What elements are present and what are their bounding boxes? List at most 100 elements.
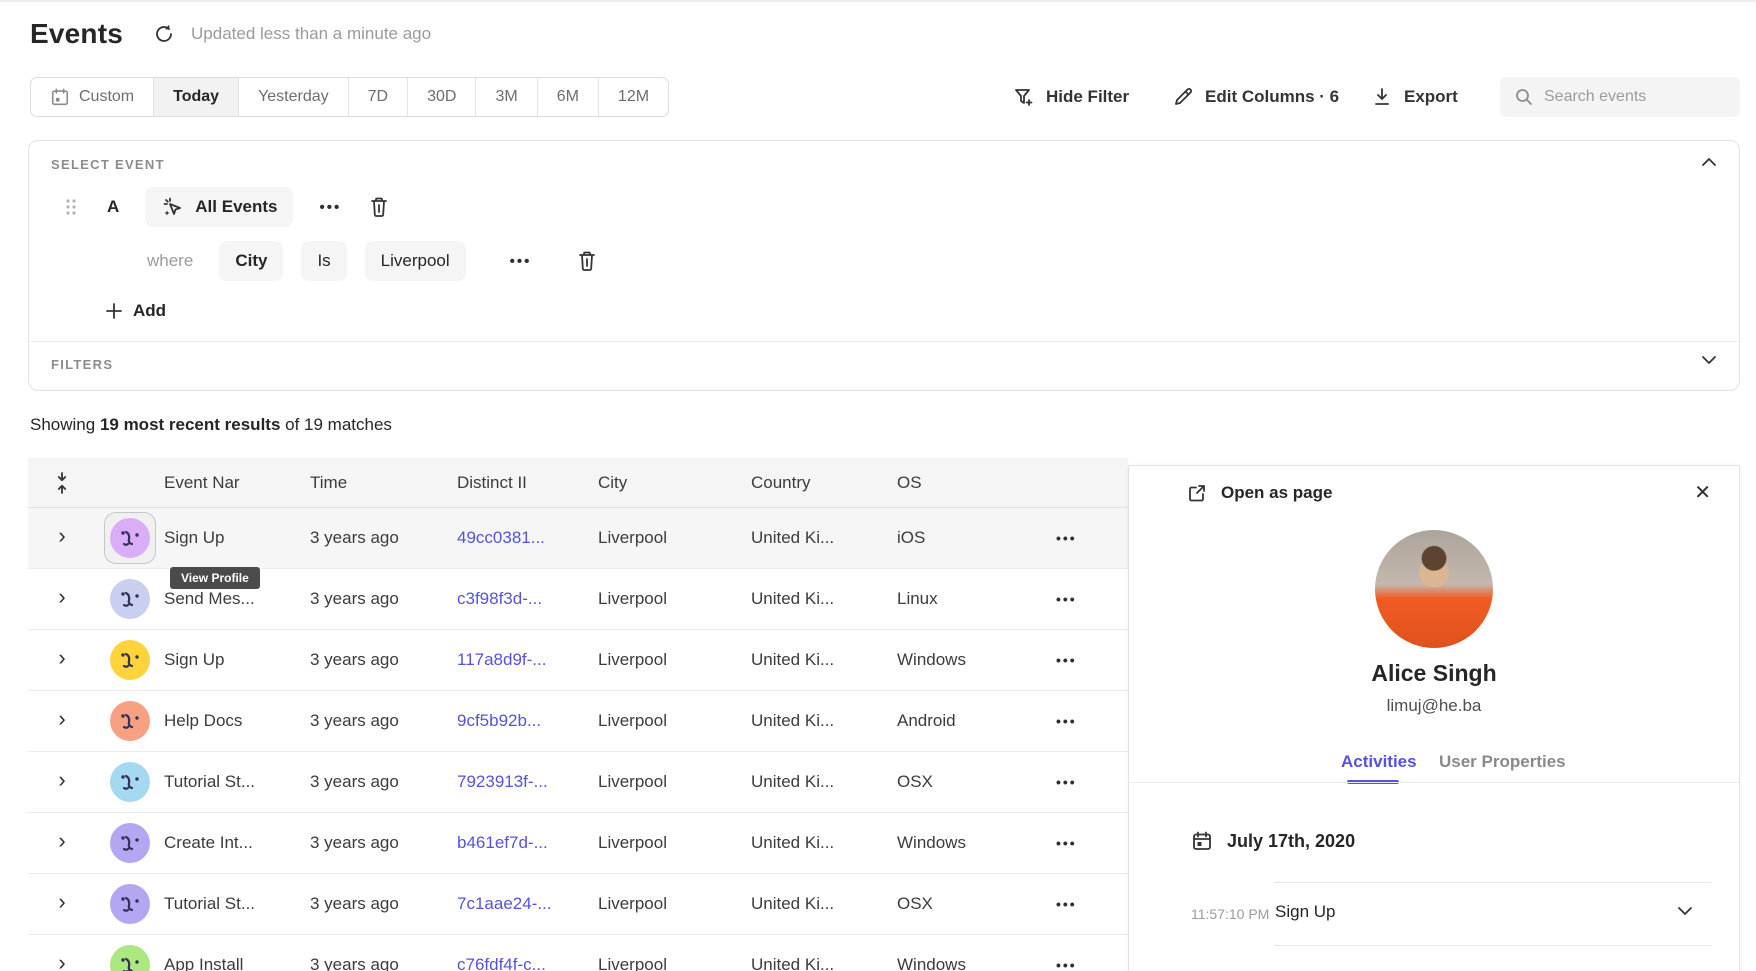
row-expander-button[interactable]: › <box>58 525 65 547</box>
user-avatar[interactable] <box>110 884 150 924</box>
property-chip[interactable]: City <box>219 241 283 281</box>
row-country: United Ki... <box>751 772 897 792</box>
search-events-input[interactable] <box>1544 88 1724 106</box>
row-distinct-id-link[interactable]: c76fdf4f-c... <box>457 955 598 971</box>
event-clause-menu-button[interactable]: ••• <box>319 199 341 216</box>
col-country[interactable]: Country <box>751 473 897 493</box>
row-expander-button[interactable]: › <box>58 586 65 608</box>
trash-icon <box>577 250 597 272</box>
row-event-name: Help Docs <box>164 711 310 731</box>
date-tab-today[interactable]: Today <box>154 78 239 116</box>
user-avatar[interactable] <box>110 518 150 558</box>
chevron-down-icon[interactable] <box>1677 906 1693 916</box>
row-event-name: App Install <box>164 955 310 971</box>
profile-name: Alice Singh <box>1129 660 1739 687</box>
row-distinct-id-link[interactable]: 7c1aae24-... <box>457 894 598 914</box>
delete-event-clause-button[interactable] <box>369 196 389 218</box>
user-avatar[interactable] <box>110 823 150 863</box>
property-chip-label: City <box>235 251 267 271</box>
row-distinct-id-link[interactable]: 117a8d9f-... <box>457 650 598 670</box>
row-menu-button[interactable]: ••• <box>1056 835 1077 851</box>
row-country: United Ki... <box>751 955 897 971</box>
row-distinct-id-link[interactable]: c3f98f3d-... <box>457 589 598 609</box>
row-menu-button[interactable]: ••• <box>1056 591 1077 607</box>
date-range-tabs: CustomTodayYesterday7D30D3M6M12M <box>30 77 669 117</box>
close-panel-button[interactable]: ✕ <box>1694 480 1711 505</box>
row-menu-button[interactable]: ••• <box>1056 957 1077 971</box>
user-avatar[interactable] <box>110 762 150 802</box>
panel-tab-user-properties[interactable]: User Properties <box>1439 752 1566 772</box>
avatar-face-icon <box>110 640 150 680</box>
date-tab-3m[interactable]: 3M <box>476 78 537 116</box>
operator-chip[interactable]: Is <box>301 241 346 281</box>
activity-date: July 17th, 2020 <box>1227 831 1355 852</box>
row-menu-button[interactable]: ••• <box>1056 774 1077 790</box>
date-tab-custom[interactable]: Custom <box>31 78 154 116</box>
open-as-page-button[interactable]: Open as page <box>1187 483 1332 503</box>
col-os[interactable]: OS <box>897 473 1044 493</box>
value-chip[interactable]: Liverpool <box>365 241 466 281</box>
where-clause-menu-button[interactable]: ••• <box>510 253 532 270</box>
edit-columns-button[interactable]: Edit Columns · 6 <box>1172 77 1339 117</box>
col-city[interactable]: City <box>598 473 751 493</box>
row-menu-button[interactable]: ••• <box>1056 896 1077 912</box>
row-distinct-id-link[interactable]: 7923913f-... <box>457 772 598 792</box>
panel-header: Open as page ✕ <box>1129 466 1739 522</box>
panel-tab-activities[interactable]: Activities <box>1341 752 1417 772</box>
row-distinct-id-link[interactable]: b461ef7d-... <box>457 833 598 853</box>
search-events-box[interactable] <box>1500 77 1740 117</box>
date-tab-6m[interactable]: 6M <box>538 78 599 116</box>
row-menu-button[interactable]: ••• <box>1056 652 1077 668</box>
date-tab-yesterday[interactable]: Yesterday <box>239 78 349 116</box>
events-table: Event Nar Time Distinct II City Country … <box>28 458 1128 971</box>
row-expander-button[interactable]: › <box>58 708 65 730</box>
expand-filters-button[interactable] <box>1701 355 1717 365</box>
row-time: 3 years ago <box>310 955 457 971</box>
add-event-button[interactable]: Add <box>105 301 166 321</box>
date-tab-30d[interactable]: 30D <box>408 78 476 116</box>
magic-cursor-icon <box>161 195 185 219</box>
user-avatar[interactable] <box>110 701 150 741</box>
user-avatar[interactable] <box>110 640 150 680</box>
filters-label: FILTERS <box>51 357 113 372</box>
event-selector-chip[interactable]: All Events <box>145 187 293 227</box>
profile-photo <box>1375 530 1493 648</box>
trash-icon <box>369 196 389 218</box>
user-avatar[interactable] <box>110 579 150 619</box>
row-expander-button[interactable]: › <box>58 891 65 913</box>
date-tab-12m[interactable]: 12M <box>599 78 668 116</box>
user-avatar[interactable] <box>110 945 150 971</box>
row-distinct-id-link[interactable]: 49cc0381... <box>457 528 598 548</box>
table-row: › Tutorial St... 3 years ago 7c1aae24-..… <box>28 874 1128 935</box>
page-title: Events <box>30 18 123 50</box>
refresh-button[interactable] <box>153 23 175 45</box>
collapse-section-button[interactable] <box>1701 157 1717 167</box>
collapse-all-button[interactable] <box>28 471 96 495</box>
row-expander-button[interactable]: › <box>58 952 65 971</box>
col-time[interactable]: Time <box>310 473 457 493</box>
delete-where-clause-button[interactable] <box>577 250 597 272</box>
chevron-up-icon <box>1701 157 1717 167</box>
row-expander-button[interactable]: › <box>58 830 65 852</box>
activity-item[interactable]: 11:57:10 PM Sign Up <box>1129 892 1739 936</box>
row-menu-button[interactable]: ••• <box>1056 713 1077 729</box>
panel-tabs-divider <box>1129 782 1739 783</box>
summary-count: 19 most recent results <box>100 415 280 434</box>
export-button[interactable]: Export <box>1371 77 1458 117</box>
row-expander-button[interactable]: › <box>58 647 65 669</box>
col-distinct-id[interactable]: Distinct II <box>457 473 598 493</box>
row-distinct-id-link[interactable]: 9cf5b92b... <box>457 711 598 731</box>
row-city: Liverpool <box>598 650 751 670</box>
row-menu-button[interactable]: ••• <box>1056 530 1077 546</box>
row-time: 3 years ago <box>310 711 457 731</box>
row-expander-button[interactable]: › <box>58 769 65 791</box>
profile-panel: Open as page ✕ Alice Singh limuj@he.ba A… <box>1128 465 1740 971</box>
date-tab-7d[interactable]: 7D <box>349 78 408 116</box>
activity-time: 11:57:10 PM <box>1191 906 1269 922</box>
view-profile-tooltip: View Profile <box>170 567 260 589</box>
drag-handle[interactable] <box>65 198 79 216</box>
collapse-rows-icon <box>54 471 70 495</box>
avatar-face-icon <box>110 762 150 802</box>
col-event-name[interactable]: Event Nar <box>164 473 310 493</box>
hide-filter-button[interactable]: Hide Filter <box>1013 77 1129 117</box>
